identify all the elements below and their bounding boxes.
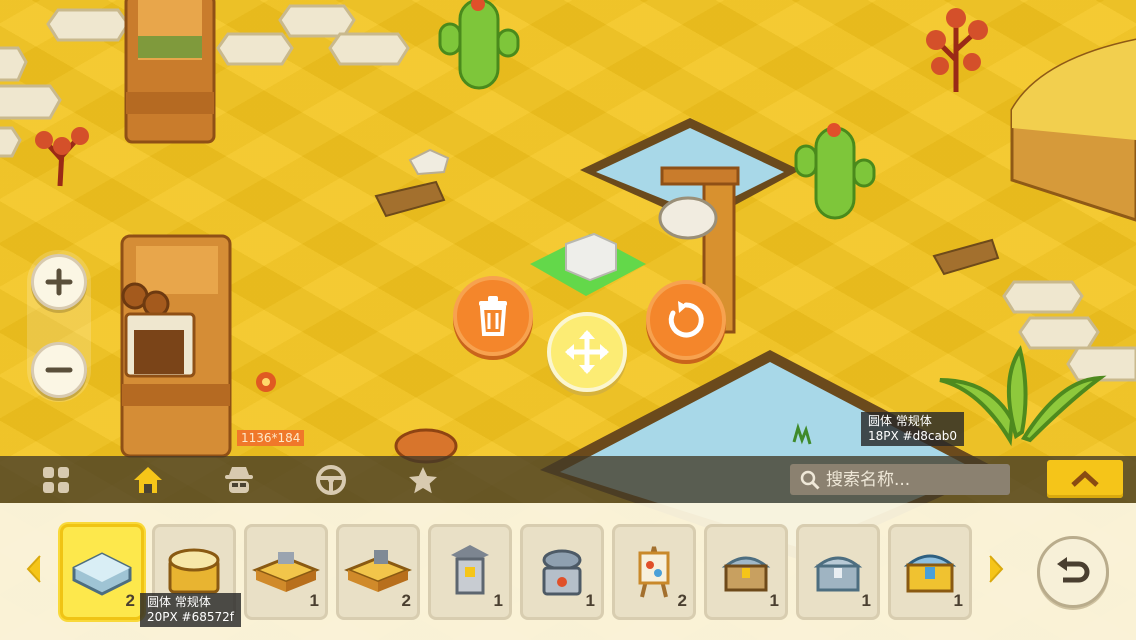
tab-all[interactable]	[28, 456, 84, 503]
item-count: 2	[677, 591, 687, 610]
tray-item-cooking-stove[interactable]: 1	[520, 524, 604, 620]
move-button[interactable]	[547, 312, 627, 392]
gold-case-item-icon	[168, 548, 220, 594]
rotate-button[interactable]	[646, 280, 726, 360]
tray-item-tool-workbench[interactable]: 2	[336, 524, 420, 620]
star-icon	[409, 466, 437, 493]
tab-vehicle[interactable]	[303, 456, 359, 503]
annotation-line: 18PX #d8cab0	[868, 429, 958, 443]
size-annotation: 1136*184	[237, 430, 305, 446]
item-count: 1	[953, 591, 963, 610]
wood-chest-item-icon	[721, 556, 771, 592]
lantern-item-icon	[451, 545, 489, 595]
item-count: 2	[125, 591, 135, 610]
annotation-line: 20PX #68572f	[147, 610, 234, 624]
chevron-up-icon	[1071, 470, 1099, 487]
move-arrows-icon	[565, 330, 609, 374]
tray-item-craft-workbench[interactable]: 1	[244, 524, 328, 620]
item-count: 1	[493, 591, 503, 610]
search-input[interactable]	[826, 469, 1006, 490]
tray-item-stone-lantern[interactable]: 1	[428, 524, 512, 620]
house-icon	[134, 466, 162, 493]
tab-favorites[interactable]	[395, 456, 451, 503]
undo-arrow-icon	[1057, 557, 1090, 583]
item-count: 2	[401, 591, 411, 610]
rotate-icon	[668, 301, 704, 338]
trash-icon	[479, 296, 507, 336]
easel-item-icon	[638, 546, 670, 598]
annotation-line: 圆体 常规体	[147, 595, 211, 609]
minus-icon	[45, 367, 73, 373]
tray-item-glass-display-case[interactable]: 2	[60, 524, 144, 620]
caret-left-icon	[26, 555, 41, 583]
workbench-item-icon	[252, 552, 320, 592]
tab-home[interactable]	[120, 456, 176, 503]
tool-bench-item-icon	[344, 550, 412, 592]
stove-item-icon	[542, 549, 582, 596]
search-font-annotation: 圆体 常规体 18PX #d8cab0	[861, 412, 965, 446]
zoom-in-button[interactable]	[31, 254, 87, 310]
tray-prev-button[interactable]	[24, 553, 44, 589]
grid-icon	[43, 466, 69, 493]
annotation-line: 圆体 常规体	[868, 414, 932, 428]
tray-item-wooden-chest[interactable]: 1	[704, 524, 788, 620]
tray-item-painting-easel[interactable]: 2	[612, 524, 696, 620]
count-font-annotation: 圆体 常规体 20PX #68572f	[140, 593, 241, 627]
tray-next-button[interactable]	[986, 553, 1006, 589]
item-count: 1	[309, 591, 319, 610]
disguise-face-icon	[225, 466, 253, 493]
collapse-tray-button[interactable]	[1047, 460, 1123, 498]
search-icon	[800, 470, 820, 490]
zoom-out-button[interactable]	[31, 342, 87, 398]
caret-right-icon	[989, 555, 1004, 583]
search-box[interactable]	[790, 464, 1010, 495]
tray-item-gold-chest[interactable]: 1	[888, 524, 972, 620]
silver-chest-item-icon	[813, 556, 863, 592]
gold-chest-item-icon	[903, 554, 957, 593]
steering-wheel-icon	[316, 464, 346, 495]
undo-button[interactable]	[1037, 536, 1109, 608]
tray-item-silver-chest[interactable]: 1	[796, 524, 880, 620]
zoom-controls	[27, 250, 91, 402]
glass-case-item-icon	[72, 552, 132, 596]
item-count: 1	[585, 591, 595, 610]
item-count: 1	[861, 591, 871, 610]
delete-button[interactable]	[453, 276, 533, 356]
plus-icon	[45, 268, 73, 296]
item-count: 1	[769, 591, 779, 610]
tab-character[interactable]	[211, 456, 267, 503]
